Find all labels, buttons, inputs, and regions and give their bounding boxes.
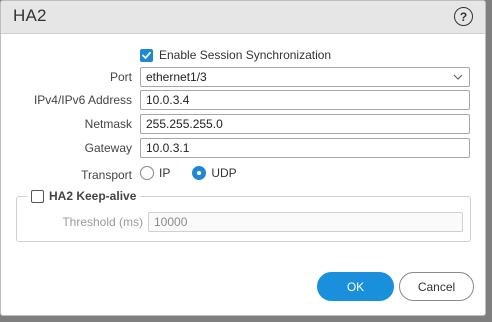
checkmark-icon [142, 51, 151, 59]
dialog-titlebar: HA2 ? [1, 1, 485, 34]
address-label: IPv4/IPv6 Address [33, 93, 132, 107]
address-input[interactable]: 10.0.3.4 [140, 90, 470, 110]
help-button[interactable]: ? [454, 7, 473, 26]
netmask-label: Netmask [84, 117, 132, 131]
netmask-input[interactable]: 255.255.255.0 [140, 114, 470, 134]
chevron-down-icon [453, 74, 463, 80]
keepalive-legend-label: HA2 Keep-alive [49, 189, 137, 203]
port-row: Port ethernet1/3 [1, 67, 485, 89]
transport-radio-group: IP UDP [140, 166, 259, 180]
gateway-input[interactable]: 10.0.3.1 [140, 138, 470, 158]
transport-label: Transport [81, 168, 132, 182]
keepalive-legend[interactable]: HA2 Keep-alive [27, 189, 141, 203]
enable-sync-label: Enable Session Synchronization [159, 48, 332, 62]
address-row: IPv4/IPv6 Address 10.0.3.4 [1, 90, 485, 112]
ha2-dialog: HA2 ? Enable Session Synchronization Por… [0, 0, 486, 316]
transport-option-udp[interactable]: UDP [192, 166, 237, 180]
radio-ip[interactable] [140, 166, 154, 180]
enable-sync-row[interactable]: Enable Session Synchronization [140, 48, 331, 62]
threshold-label: Threshold (ms) [62, 215, 143, 229]
question-circle-icon: ? [459, 9, 468, 24]
port-select[interactable]: ethernet1/3 [140, 67, 470, 87]
gateway-row: Gateway 10.0.3.1 [1, 138, 485, 160]
transport-udp-label: UDP [211, 166, 237, 180]
dialog-title: HA2 [13, 6, 47, 25]
gateway-label: Gateway [84, 141, 132, 155]
threshold-input[interactable]: 10000 [148, 212, 463, 232]
netmask-row: Netmask 255.255.255.0 [1, 114, 485, 136]
keepalive-checkbox[interactable] [31, 189, 44, 203]
enable-sync-checkbox[interactable] [140, 48, 153, 62]
radio-udp[interactable] [192, 166, 207, 180]
port-label: Port [109, 70, 132, 84]
ok-button[interactable]: OK [317, 272, 394, 301]
cancel-button[interactable]: Cancel [399, 272, 474, 301]
transport-option-ip[interactable]: IP [140, 166, 170, 180]
transport-ip-label: IP [159, 166, 171, 180]
port-value: ethernet1/3 [146, 70, 207, 84]
keepalive-fieldset: HA2 Keep-alive Threshold (ms) 10000 [16, 189, 471, 242]
